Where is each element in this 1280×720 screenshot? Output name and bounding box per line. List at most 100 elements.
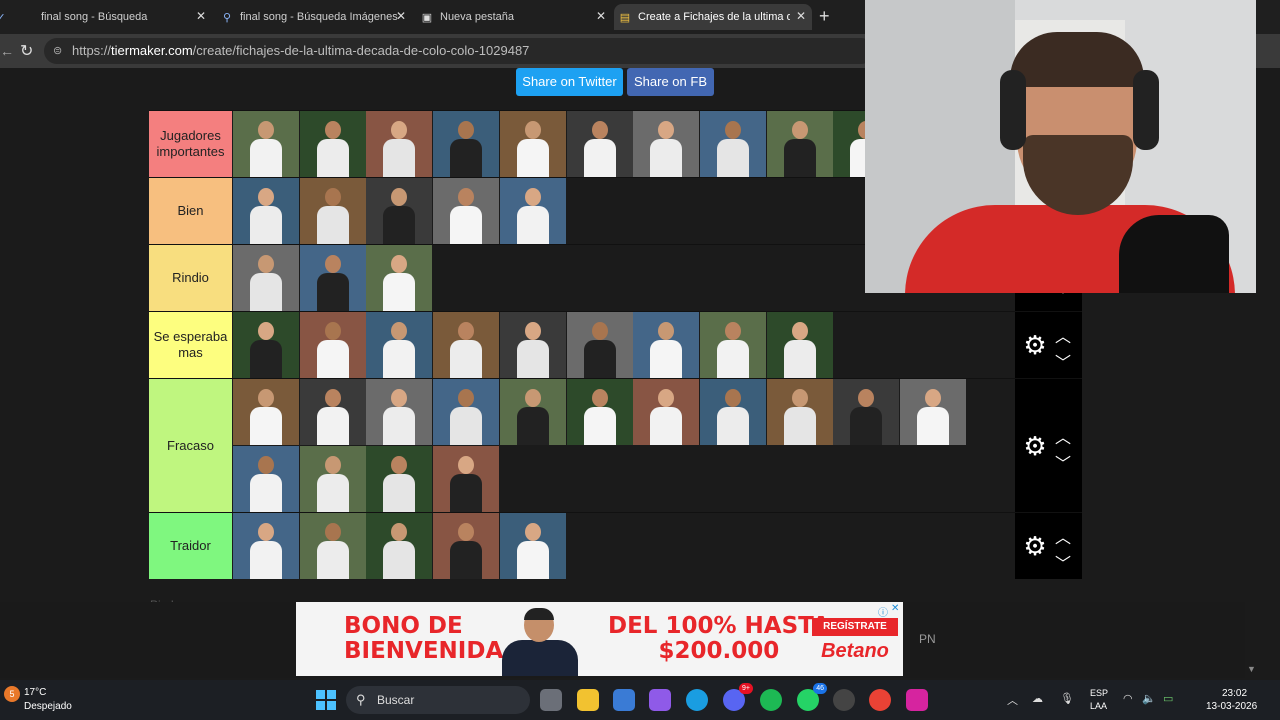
whatsapp-icon[interactable]: 46 — [797, 683, 827, 711]
player-image[interactable] — [300, 178, 366, 244]
gear-icon[interactable]: ⚙ — [1019, 430, 1051, 462]
tab-search[interactable]: ✓ final song - Búsqueda ✕ — [0, 4, 212, 30]
volume-icon[interactable]: 🔈 — [1142, 692, 1156, 705]
cloud-icon[interactable]: ☁ — [1032, 692, 1043, 705]
player-image[interactable] — [366, 178, 432, 244]
tier-label[interactable]: Traidor — [149, 513, 232, 579]
player-image[interactable] — [233, 178, 299, 244]
player-image[interactable] — [300, 379, 366, 445]
player-image[interactable] — [233, 513, 299, 579]
keyboard-layout[interactable]: LAA — [1090, 701, 1107, 711]
language-indicator[interactable]: ESP — [1090, 688, 1108, 698]
player-image[interactable] — [700, 379, 766, 445]
battery-icon[interactable]: ▭ — [1163, 692, 1173, 705]
player-image[interactable] — [500, 312, 566, 378]
store-icon[interactable] — [613, 689, 635, 711]
weather-icon[interactable]: 5 — [4, 686, 20, 702]
ad-info-icon[interactable]: ⓘ — [878, 604, 888, 619]
player-image[interactable] — [300, 312, 366, 378]
player-image[interactable] — [366, 312, 432, 378]
tab-tiermaker[interactable]: ▤ Create a Fichajes de la ultima deca ✕ — [614, 4, 812, 30]
player-image[interactable] — [567, 111, 633, 177]
player-image[interactable] — [433, 513, 499, 579]
player-image[interactable] — [233, 245, 299, 311]
weather-condition[interactable]: Despejado — [24, 701, 72, 712]
player-image[interactable] — [433, 446, 499, 512]
player-image[interactable] — [833, 379, 899, 445]
obs-icon[interactable] — [833, 689, 855, 711]
ad-close-icon[interactable]: ✕ — [891, 603, 899, 614]
start-icon[interactable] — [316, 690, 336, 710]
player-image[interactable] — [500, 178, 566, 244]
player-image[interactable] — [366, 379, 432, 445]
chevron-up-icon[interactable]: ︿ — [1053, 323, 1073, 347]
tier-label[interactable]: Fracaso — [149, 379, 232, 512]
player-image[interactable] — [767, 312, 833, 378]
player-image[interactable] — [233, 312, 299, 378]
player-image[interactable] — [300, 111, 366, 177]
close-icon[interactable]: ✕ — [196, 9, 206, 23]
close-icon[interactable]: ✕ — [596, 9, 606, 23]
player-image[interactable] — [900, 379, 966, 445]
chevron-down-icon[interactable]: ﹀ — [1053, 349, 1073, 373]
advertisement[interactable]: BONO DE BIENVENIDA DEL 100% HASTA $200.0… — [296, 602, 903, 676]
task-view-icon[interactable] — [540, 689, 562, 711]
player-image[interactable] — [500, 513, 566, 579]
scroll-down-icon[interactable]: ▼ — [1247, 664, 1256, 674]
file-explorer-icon[interactable] — [577, 689, 599, 711]
player-image[interactable] — [300, 446, 366, 512]
player-image[interactable] — [500, 111, 566, 177]
chevron-down-icon[interactable]: ﹀ — [1053, 550, 1073, 574]
player-image[interactable] — [433, 178, 499, 244]
edge-icon[interactable] — [686, 689, 708, 711]
player-image[interactable] — [366, 245, 432, 311]
player-image[interactable] — [700, 111, 766, 177]
player-image[interactable] — [366, 513, 432, 579]
player-image[interactable] — [633, 379, 699, 445]
share-twitter-button[interactable]: Share on Twitter — [516, 68, 623, 96]
tier-label[interactable]: Se esperaba mas — [149, 312, 232, 378]
tier-label[interactable]: Rindio — [149, 245, 232, 311]
gear-icon[interactable]: ⚙ — [1019, 530, 1051, 562]
back-icon[interactable]: ← — [0, 43, 14, 59]
player-image[interactable] — [633, 312, 699, 378]
ad-register-button[interactable]: REGÍSTRATE — [812, 618, 898, 636]
wifi-icon[interactable]: ◠ — [1123, 692, 1133, 705]
url-field[interactable]: ⊜ https://tiermaker.com/create/fichajes-d… — [44, 38, 874, 64]
player-image[interactable] — [366, 446, 432, 512]
instagram-icon[interactable] — [906, 689, 928, 711]
tier-label[interactable]: Jugadores importantes — [149, 111, 232, 177]
reload-icon[interactable]: ↻ — [20, 41, 33, 61]
share-fb-button[interactable]: Share on FB — [627, 68, 714, 96]
player-image[interactable] — [633, 111, 699, 177]
player-image[interactable] — [366, 111, 432, 177]
player-image[interactable] — [767, 379, 833, 445]
tab-new-tab[interactable]: ▣ Nueva pestaña ✕ — [416, 4, 612, 30]
player-image[interactable] — [567, 379, 633, 445]
chevron-up-icon[interactable]: ︿ — [1053, 524, 1073, 548]
microphone-icon[interactable]: 🎙 — [1060, 692, 1074, 705]
copilot-icon[interactable] — [649, 689, 671, 711]
player-image[interactable] — [233, 379, 299, 445]
site-info-icon[interactable]: ⊜ — [53, 38, 62, 64]
taskbar-search[interactable]: ⚲ Buscar — [346, 686, 530, 714]
clock-time[interactable]: 23:02 — [1222, 688, 1247, 699]
gear-icon[interactable]: ⚙ — [1019, 329, 1051, 361]
player-image[interactable] — [233, 446, 299, 512]
player-image[interactable] — [300, 245, 366, 311]
spotify-icon[interactable] — [760, 689, 782, 711]
chevron-up-icon[interactable]: ︿ — [1007, 692, 1018, 708]
close-icon[interactable]: ✕ — [796, 9, 806, 23]
player-image[interactable] — [433, 312, 499, 378]
player-image[interactable] — [233, 111, 299, 177]
weather-temp[interactable]: 17°C — [24, 687, 46, 698]
chevron-up-icon[interactable]: ︿ — [1053, 424, 1073, 448]
player-image[interactable] — [300, 513, 366, 579]
player-image[interactable] — [767, 111, 833, 177]
tier-label[interactable]: Bien — [149, 178, 232, 244]
tab-image-search[interactable]: ⚲ final song - Búsqueda Imágenes ✕ — [216, 4, 412, 30]
clock-date[interactable]: 13-03-2026 — [1206, 701, 1257, 712]
player-image[interactable] — [700, 312, 766, 378]
close-icon[interactable]: ✕ — [396, 9, 406, 23]
chevron-down-icon[interactable]: ﹀ — [1053, 450, 1073, 474]
